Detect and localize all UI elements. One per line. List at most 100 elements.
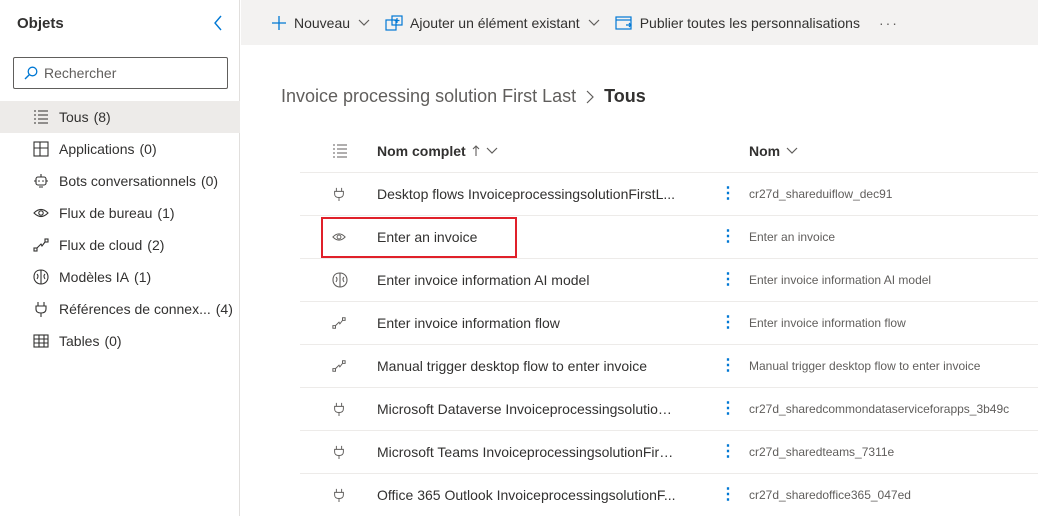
list-icon <box>333 144 347 158</box>
breadcrumb-current: Tous <box>604 86 646 106</box>
row-more-options-button[interactable]: ⋮ <box>720 401 736 417</box>
sidebar-title: Objets <box>17 15 64 32</box>
chevron-right-icon <box>586 90 594 104</box>
objects-sidebar: Objets Tous (8) Applications (0) Bots co… <box>0 0 240 516</box>
row-more-options-button[interactable]: ⋮ <box>720 358 736 374</box>
column-type-header[interactable] <box>300 143 377 159</box>
sidebar-item-desktop-flows[interactable]: Flux de bureau (1) <box>0 197 240 229</box>
row-display-name[interactable]: Enter an invoice <box>377 229 477 245</box>
search-icon <box>24 66 38 80</box>
objects-grid: Nom complet Nom Desktop flows Invoicepro… <box>300 130 1038 516</box>
breadcrumb: Invoice processing solution First Last T… <box>281 86 646 107</box>
sidebar-list: Tous (8) Applications (0) Bots conversat… <box>0 101 240 357</box>
sidebar-item-count: (0) <box>139 141 157 157</box>
cloud-flow-icon <box>300 359 377 373</box>
publish-all-button-label: Publier toutes les personnalisations <box>639 14 860 31</box>
table-row[interactable]: Enter invoice information flow ⋮ Enter i… <box>300 302 1038 345</box>
row-more-options-button[interactable]: ⋮ <box>720 315 736 331</box>
column-display-name-label: Nom complet <box>377 143 466 159</box>
row-name: cr27d_sharedcommondataserviceforapps_3b4… <box>749 402 1010 416</box>
row-display-name[interactable]: Manual trigger desktop flow to enter inv… <box>377 358 647 374</box>
chevron-down-icon <box>786 147 798 155</box>
publish-all-button[interactable]: Publier toutes les personnalisations <box>615 15 860 31</box>
table-row[interactable]: Manual trigger desktop flow to enter inv… <box>300 345 1038 388</box>
column-name-label: Nom <box>749 143 781 159</box>
add-existing-button[interactable]: Ajouter un élément existant <box>385 15 600 31</box>
connector-icon <box>33 301 49 317</box>
ai-model-icon <box>33 269 49 285</box>
row-display-name[interactable]: Desktop flows InvoiceprocessingsolutionF… <box>377 186 675 202</box>
column-name-header[interactable]: Nom <box>749 143 798 159</box>
desktop-flow-icon <box>33 205 49 221</box>
row-name: cr27d_shareduiflow_dec91 <box>749 187 893 201</box>
chevron-down-icon <box>358 19 370 27</box>
command-bar: Nouveau Ajouter un élément existant Publ… <box>241 0 1038 45</box>
search-box[interactable] <box>13 57 228 89</box>
sidebar-item-label: Tous <box>59 109 89 125</box>
chevron-down-icon <box>588 19 600 27</box>
new-button[interactable]: Nouveau <box>271 15 370 31</box>
row-name: cr27d_sharedoffice365_047ed <box>749 488 911 502</box>
sidebar-item-bots[interactable]: Bots conversationnels (0) <box>0 165 240 197</box>
collapse-sidebar-button[interactable] <box>208 12 228 34</box>
table-row[interactable]: Desktop flows InvoiceprocessingsolutionF… <box>300 173 1038 216</box>
sidebar-item-label: Modèles IA <box>59 269 130 285</box>
connector-icon <box>300 186 377 202</box>
row-display-name[interactable]: Enter invoice information AI model <box>377 272 589 288</box>
row-more-options-button[interactable]: ⋮ <box>720 186 736 202</box>
row-display-name[interactable]: Microsoft Dataverse Invoiceprocessingsol… <box>377 401 677 417</box>
connector-icon <box>300 444 377 460</box>
sidebar-item-label: Références de connex... <box>59 301 211 317</box>
grid-header: Nom complet Nom <box>300 130 1038 173</box>
cloud-flow-icon <box>300 316 377 330</box>
publish-icon <box>615 15 633 31</box>
plus-icon <box>271 15 287 31</box>
row-name: Enter an invoice <box>749 230 836 244</box>
bot-icon <box>33 173 49 189</box>
sidebar-item-cloud-flows[interactable]: Flux de cloud (2) <box>0 229 240 261</box>
connector-icon <box>300 487 377 503</box>
sidebar-item-count: (2) <box>147 237 165 253</box>
table-row[interactable]: Enter invoice information AI model ⋮ Ent… <box>300 259 1038 302</box>
breadcrumb-solution-link[interactable]: Invoice processing solution First Last <box>281 86 576 107</box>
list-icon <box>33 109 49 125</box>
row-more-options-button[interactable]: ⋮ <box>720 229 736 245</box>
sidebar-item-label: Applications <box>59 141 135 157</box>
more-commands-button[interactable]: ··· <box>879 15 899 31</box>
row-name: cr27d_sharedteams_7311e <box>749 445 895 459</box>
row-name: Enter invoice information AI model <box>749 273 932 287</box>
new-button-label: Nouveau <box>294 14 351 31</box>
row-display-name[interactable]: Office 365 Outlook Invoiceprocessingsolu… <box>377 487 676 503</box>
connector-icon <box>300 401 377 417</box>
sort-ascending-icon <box>472 145 480 157</box>
table-row[interactable]: Enter an invoice ⋮ Enter an invoice <box>300 216 1038 259</box>
sidebar-item-connection-references[interactable]: Références de connex... (4) <box>0 293 240 325</box>
row-more-options-button[interactable]: ⋮ <box>720 444 736 460</box>
ai-model-icon <box>300 272 377 288</box>
row-display-name[interactable]: Microsoft Teams Invoiceprocessingsolutio… <box>377 444 677 460</box>
sidebar-item-count: (0) <box>104 333 122 349</box>
cloud-flow-icon <box>33 237 49 253</box>
sidebar-item-label: Tables <box>59 333 100 349</box>
row-more-options-button[interactable]: ⋮ <box>720 487 736 503</box>
sidebar-item-tables[interactable]: Tables (0) <box>0 325 240 357</box>
row-name: Enter invoice information flow <box>749 316 906 330</box>
column-display-name-header[interactable]: Nom complet <box>377 143 498 159</box>
sidebar-item-count: (1) <box>134 269 152 285</box>
chevron-down-icon <box>486 147 498 155</box>
row-display-name[interactable]: Enter invoice information flow <box>377 315 560 331</box>
table-row[interactable]: Microsoft Dataverse Invoiceprocessingsol… <box>300 388 1038 431</box>
chevron-left-icon <box>214 15 222 31</box>
table-icon <box>33 333 49 349</box>
table-row[interactable]: Microsoft Teams Invoiceprocessingsolutio… <box>300 431 1038 474</box>
table-row[interactable]: Office 365 Outlook Invoiceprocessingsolu… <box>300 474 1038 516</box>
sidebar-item-label: Bots conversationnels <box>59 173 196 189</box>
search-input[interactable] <box>44 65 214 81</box>
row-more-options-button[interactable]: ⋮ <box>720 272 736 288</box>
sidebar-item-ai-models[interactable]: Modèles IA (1) <box>0 261 240 293</box>
sidebar-item-all[interactable]: Tous (8) <box>0 101 240 133</box>
sidebar-item-applications[interactable]: Applications (0) <box>0 133 240 165</box>
sidebar-item-label: Flux de bureau <box>59 205 153 221</box>
add-existing-button-label: Ajouter un élément existant <box>410 14 580 31</box>
row-name: Manual trigger desktop flow to enter inv… <box>749 359 981 373</box>
